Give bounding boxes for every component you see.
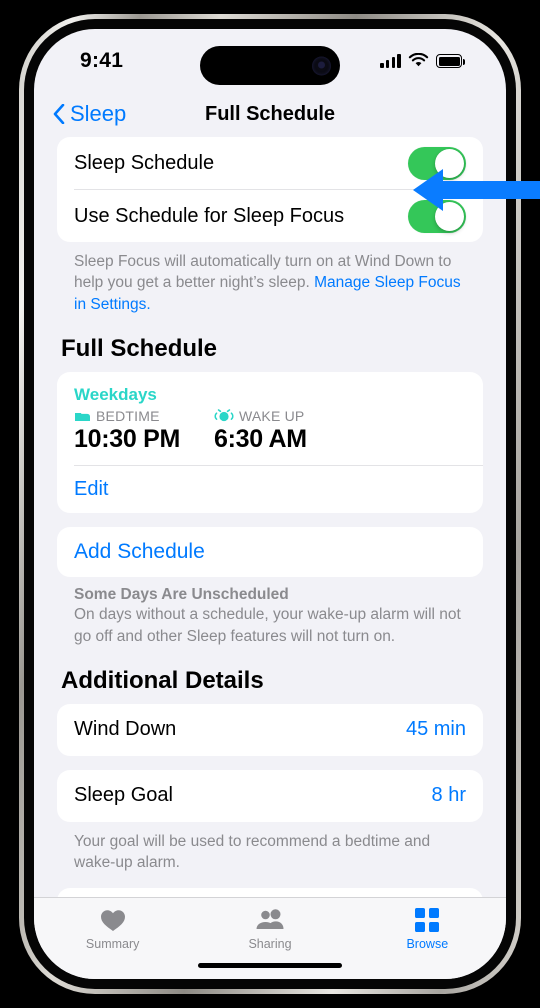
cellular-signal-icon <box>380 53 401 68</box>
bedtime-label: BEDTIME <box>96 408 160 425</box>
status-bar: 9:41 <box>34 29 506 91</box>
people-icon <box>255 907 285 933</box>
heart-icon <box>100 907 126 933</box>
sleep-goal-footnote: Your goal will be used to recommend a be… <box>74 832 431 872</box>
home-indicator <box>198 962 342 968</box>
sleep-schedule-label: Sleep Schedule <box>74 151 215 174</box>
bedtime-heading: BEDTIME <box>74 408 214 424</box>
edit-schedule-row[interactable]: Edit <box>57 466 483 513</box>
wifi-icon <box>408 53 429 67</box>
back-button[interactable]: Sleep <box>53 101 126 127</box>
phone-screen: 9:41 Sleep Full Schedule Sleep Schedule … <box>34 29 506 979</box>
unscheduled-note-title: Some Days Are Unscheduled <box>74 586 289 604</box>
battery-icon <box>436 54 466 68</box>
use-schedule-focus-row[interactable]: Use Schedule for Sleep Focus <box>57 190 483 242</box>
sleep-toggles-card: Sleep Schedule Use Schedule for Sleep Fo… <box>57 137 483 242</box>
edit-schedule-label: Edit <box>74 478 109 501</box>
bedtime-block: BEDTIME 10:30 PM <box>74 408 214 454</box>
add-schedule-card: Add Schedule <box>57 527 483 578</box>
wakeup-heading: WAKE UP <box>214 408 354 424</box>
bed-icon <box>75 412 90 421</box>
schedule-days-label: Weekdays <box>74 385 157 405</box>
sleep-goal-card: Sleep Goal 8 hr <box>57 769 483 822</box>
grid-icon <box>415 907 440 933</box>
card-gap <box>57 756 483 770</box>
tab-browse[interactable]: Browse <box>349 907 506 951</box>
device-frame: 9:41 Sleep Full Schedule Sleep Schedule … <box>19 14 521 994</box>
toggle-knob <box>435 201 464 231</box>
wakeup-value: 6:30 AM <box>214 425 307 454</box>
navigation-bar: Sleep Full Schedule <box>34 91 506 137</box>
tab-sharing[interactable]: Sharing <box>191 907 348 951</box>
chevron-left-icon <box>53 104 65 124</box>
toggle-knob <box>435 148 464 178</box>
use-schedule-focus-label: Use Schedule for Sleep Focus <box>74 204 345 227</box>
tab-sharing-label: Sharing <box>248 937 292 951</box>
tab-summary-label: Summary <box>85 937 140 951</box>
wakeup-label: WAKE UP <box>239 408 305 425</box>
add-schedule-row[interactable]: Add Schedule <box>57 527 483 577</box>
status-icons <box>380 53 466 68</box>
alarm-clock-icon <box>214 409 234 422</box>
unscheduled-note: Some Days Are Unscheduled On days withou… <box>57 577 483 647</box>
wakeup-block: WAKE UP 6:30 AM <box>214 408 354 454</box>
device-bezel: 9:41 Sleep Full Schedule Sleep Schedule … <box>24 19 516 989</box>
wind-down-row[interactable]: Wind Down 45 min <box>57 704 483 756</box>
wind-down-value: 45 min <box>405 718 466 741</box>
sleep-schedule-row[interactable]: Sleep Schedule <box>57 137 483 189</box>
add-schedule-label: Add Schedule <box>74 540 205 564</box>
sleep-goal-label: Sleep Goal <box>74 784 173 807</box>
use-schedule-focus-toggle[interactable] <box>408 199 466 233</box>
tab-browse-label: Browse <box>406 937 449 951</box>
wind-down-label: Wind Down <box>74 718 177 741</box>
sleep-goal-value: 8 hr <box>431 784 466 807</box>
partially-visible-card[interactable] <box>57 887 483 897</box>
dynamic-island <box>200 46 340 85</box>
bedtime-value: 10:30 PM <box>74 425 180 454</box>
back-button-label: Sleep <box>70 101 127 126</box>
schedule-card-body: Weekdays BEDTIME 10:30 PM WAKE UP 6:30 A… <box>57 372 483 465</box>
status-time: 9:41 <box>80 49 124 72</box>
sleep-schedule-toggle[interactable] <box>408 146 466 180</box>
full-schedule-section-title: Full Schedule <box>61 335 218 363</box>
unscheduled-note-body: On days without a schedule, your wake-up… <box>74 606 461 645</box>
sleep-goal-row[interactable]: Sleep Goal 8 hr <box>57 770 483 822</box>
settings-scroll-area[interactable]: Sleep Schedule Use Schedule for Sleep Fo… <box>34 137 506 897</box>
focus-footnote: Sleep Focus will automatically turn on a… <box>57 242 483 315</box>
tab-summary[interactable]: Summary <box>34 907 191 951</box>
schedule-times: BEDTIME 10:30 PM WAKE UP 6:30 AM <box>74 408 466 454</box>
wind-down-card: Wind Down 45 min <box>57 703 483 756</box>
additional-details-section-title: Additional Details <box>61 666 264 694</box>
front-camera-icon <box>312 56 331 75</box>
schedule-card: Weekdays BEDTIME 10:30 PM WAKE UP 6:30 A… <box>57 372 483 514</box>
